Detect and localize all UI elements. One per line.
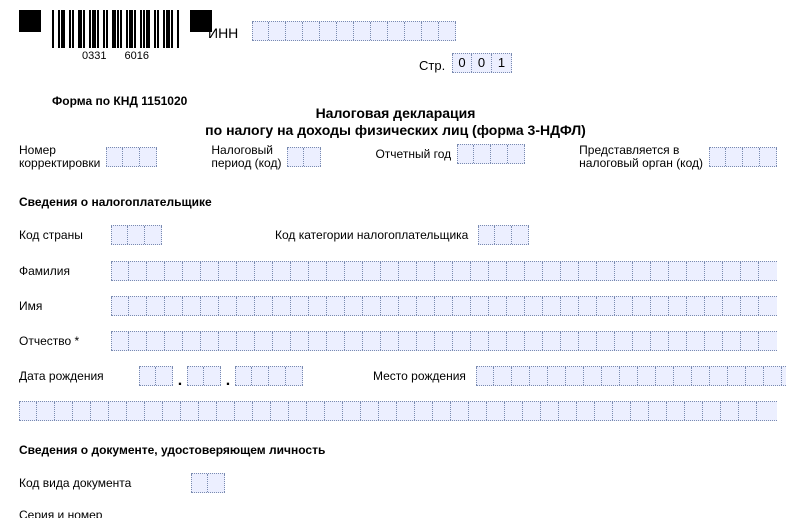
patronymic-label: Отчество * <box>19 334 111 348</box>
birth-row: Дата рождения . . Место рождения <box>19 366 786 386</box>
firstname-row: Имя <box>19 296 777 316</box>
authority-block: Представляется в налоговый орган (код) <box>579 144 777 170</box>
birth-place-continuation-field[interactable] <box>19 401 777 421</box>
barcode-number: 0331 6016 <box>82 50 149 62</box>
page-label: Стр. <box>419 58 445 73</box>
inn-field[interactable] <box>252 21 456 41</box>
birth-place-field[interactable] <box>476 366 786 386</box>
category-code-field[interactable] <box>478 225 529 245</box>
tax-period-field[interactable] <box>287 147 321 167</box>
tax-period-label: Налоговый период (код) <box>211 144 281 170</box>
tax-period-label-l2: период (код) <box>211 157 281 170</box>
country-code-label: Код страны <box>19 228 111 242</box>
top-strip: 0331 6016 <box>19 10 212 62</box>
doc-code-row: Код вида документа <box>19 473 225 493</box>
header-parameters-row: Номер корректировки Налоговый период (ко… <box>19 144 777 170</box>
category-code-row: Код категории налогоплательщика <box>275 225 529 245</box>
patronymic-row: Отчество * <box>19 331 777 351</box>
correction-number-field[interactable] <box>106 147 157 167</box>
report-year-label: Отчетный год <box>375 147 451 161</box>
tax-form-page: 0331 6016 ИНН Стр. 0 0 1 Форма по КНД 11… <box>0 0 791 518</box>
report-year-field[interactable] <box>457 144 525 164</box>
barcode-icon <box>49 10 182 48</box>
doc-code-field[interactable] <box>191 473 225 493</box>
birth-place-label: Место рождения <box>373 369 466 383</box>
birth-place-cont-row <box>19 401 777 421</box>
correction-label: Номер корректировки <box>19 144 100 170</box>
barcode-block: 0331 6016 <box>49 10 182 62</box>
authority-label-l2: налоговый орган (код) <box>579 157 703 170</box>
firstname-field[interactable] <box>111 296 777 316</box>
page-digit: 0 <box>472 54 492 72</box>
dot-separator: . <box>223 376 233 386</box>
title-line-2: по налогу на доходы физических лиц (форм… <box>0 122 791 138</box>
surname-field[interactable] <box>111 261 777 281</box>
correction-label-l2: корректировки <box>19 157 100 170</box>
firstname-label: Имя <box>19 299 111 313</box>
authority-label: Представляется в налоговый орган (код) <box>579 144 703 170</box>
page-digit: 1 <box>492 54 512 72</box>
doc-code-label: Код вида документа <box>19 476 191 490</box>
title-line-1: Налоговая декларация <box>0 105 791 121</box>
tax-period-block: Налоговый период (код) <box>211 144 321 170</box>
barcode-left: 0331 <box>82 50 106 62</box>
dot-separator: . <box>175 376 185 386</box>
page-digit: 0 <box>452 54 472 72</box>
document-section-heading: Сведения о документе, удостоверяющем лич… <box>19 443 325 457</box>
correction-number-block: Номер корректировки <box>19 144 157 170</box>
authority-field[interactable] <box>709 147 777 167</box>
doc-serial-row: Серия и номер <box>19 508 191 518</box>
barcode-right: 6016 <box>125 50 149 62</box>
birth-month-field[interactable] <box>187 366 221 386</box>
inn-label: ИНН <box>208 25 238 41</box>
surname-label: Фамилия <box>19 264 111 278</box>
category-code-label: Код категории налогоплательщика <box>275 228 468 242</box>
country-code-field[interactable] <box>111 225 162 245</box>
country-code-row: Код страны <box>19 225 162 245</box>
report-year-block: Отчетный год <box>375 144 525 164</box>
birth-day-field[interactable] <box>139 366 173 386</box>
surname-row: Фамилия <box>19 261 777 281</box>
birth-date-label: Дата рождения <box>19 369 139 383</box>
page-number-field: 0 0 1 <box>452 53 512 73</box>
doc-serial-label: Серия и номер <box>19 508 191 518</box>
patronymic-field[interactable] <box>111 331 777 351</box>
marker-square-left <box>19 10 41 32</box>
taxpayer-section-heading: Сведения о налогоплательщике <box>19 195 212 209</box>
birth-year-field[interactable] <box>235 366 303 386</box>
